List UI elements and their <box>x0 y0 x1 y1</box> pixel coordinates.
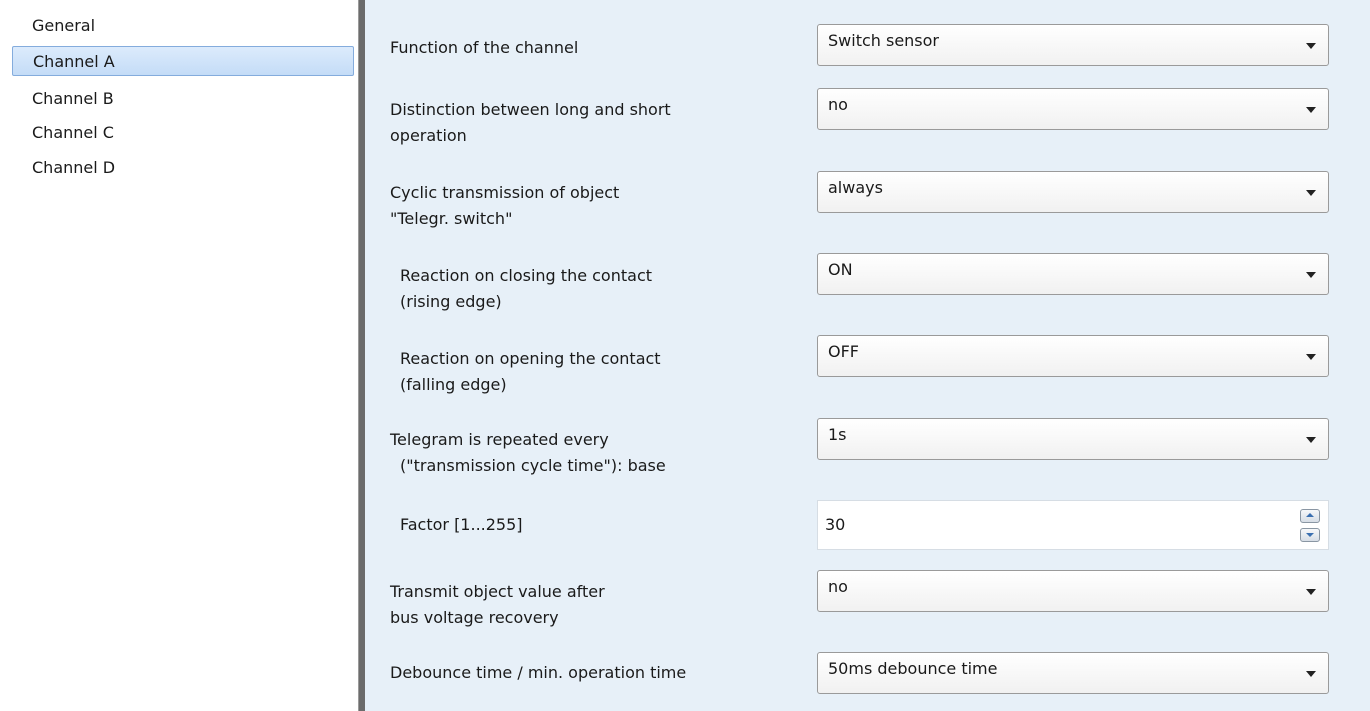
chevron-down-icon <box>1306 43 1316 49</box>
distinction-dropdown-value: no <box>828 95 848 114</box>
sidebar-item-channel-c[interactable]: Channel C <box>12 118 354 148</box>
debounce-label-line1: Debounce time / min. operation time <box>390 663 687 682</box>
sidebar-item-label: Channel A <box>33 52 115 71</box>
closing-label-line2: (rising edge) <box>400 292 502 311</box>
repeat-label: Telegram is repeated every ("transmissio… <box>390 427 666 479</box>
closing-dropdown[interactable]: ON <box>817 253 1329 295</box>
repeat-base-dropdown[interactable]: 1s <box>817 418 1329 460</box>
repeat-base-dropdown-value: 1s <box>828 425 847 444</box>
chevron-down-icon <box>1306 354 1316 360</box>
cyclic-label: Cyclic transmission of object "Telegr. s… <box>390 180 619 232</box>
closing-dropdown-value: ON <box>828 260 853 279</box>
chevron-down-icon <box>1306 107 1316 113</box>
closing-label-line1: Reaction on closing the contact <box>400 266 653 285</box>
chevron-down-icon <box>1306 190 1316 196</box>
cyclic-dropdown[interactable]: always <box>817 171 1329 213</box>
transmit-dropdown[interactable]: no <box>817 570 1329 612</box>
repeat-label-line2: ("transmission cycle time"): base <box>400 456 666 475</box>
spin-down-button[interactable] <box>1300 528 1320 542</box>
arrow-up-icon <box>1306 513 1314 517</box>
cyclic-dropdown-value: always <box>828 178 883 197</box>
repeat-label-line1: Telegram is repeated every <box>390 430 609 449</box>
chevron-down-icon <box>1306 272 1316 278</box>
sidebar-item-channel-d[interactable]: Channel D <box>12 153 354 183</box>
transmit-label: Transmit object value after bus voltage … <box>390 579 605 631</box>
opening-label: Reaction on opening the contact (falling… <box>400 346 661 398</box>
debounce-dropdown-value: 50ms debounce time <box>828 659 998 678</box>
debounce-dropdown[interactable]: 50ms debounce time <box>817 652 1329 694</box>
function-label: Function of the channel <box>390 35 578 61</box>
distinction-label-line1: Distinction between long and short <box>390 100 671 119</box>
distinction-label: Distinction between long and short opera… <box>390 97 671 149</box>
factor-input[interactable]: 30 <box>825 515 845 535</box>
sidebar-item-channel-a[interactable]: Channel A <box>12 46 354 76</box>
opening-label-line2: (falling edge) <box>400 375 507 394</box>
parameter-window: General Channel A Channel B Channel C Ch… <box>0 0 1370 711</box>
function-dropdown-value: Switch sensor <box>828 31 940 50</box>
cyclic-label-line2: "Telegr. switch" <box>390 209 513 228</box>
opening-dropdown-value: OFF <box>828 342 859 361</box>
transmit-label-line1: Transmit object value after <box>390 582 605 601</box>
panel-splitter[interactable] <box>358 0 365 711</box>
chevron-down-icon <box>1306 671 1316 677</box>
chevron-down-icon <box>1306 589 1316 595</box>
factor-stepper[interactable]: 30 <box>817 500 1329 550</box>
closing-label: Reaction on closing the contact (rising … <box>400 263 652 315</box>
factor-label: Factor [1...255] <box>400 512 523 538</box>
factor-label-line1: Factor [1...255] <box>400 515 523 534</box>
distinction-label-line2: operation <box>390 126 467 145</box>
arrow-down-icon <box>1306 533 1314 537</box>
opening-label-line1: Reaction on opening the contact <box>400 349 661 368</box>
debounce-label: Debounce time / min. operation time <box>390 660 686 686</box>
sidebar-item-label: Channel B <box>32 89 114 108</box>
chevron-down-icon <box>1306 437 1316 443</box>
transmit-label-line2: bus voltage recovery <box>390 608 559 627</box>
sidebar: General Channel A Channel B Channel C Ch… <box>0 0 358 711</box>
distinction-dropdown[interactable]: no <box>817 88 1329 130</box>
function-label-line1: Function of the channel <box>390 38 579 57</box>
sidebar-item-label: Channel D <box>32 158 116 177</box>
opening-dropdown[interactable]: OFF <box>817 335 1329 377</box>
function-dropdown[interactable]: Switch sensor <box>817 24 1329 66</box>
sidebar-item-channel-b[interactable]: Channel B <box>12 84 354 114</box>
transmit-dropdown-value: no <box>828 577 848 596</box>
sidebar-item-label: General <box>32 16 96 35</box>
sidebar-item-label: Channel C <box>32 123 114 142</box>
sidebar-item-general[interactable]: General <box>12 11 354 41</box>
cyclic-label-line1: Cyclic transmission of object <box>390 183 620 202</box>
parameter-panel: Function of the channel Switch sensor Di… <box>365 0 1370 711</box>
spin-up-button[interactable] <box>1300 509 1320 523</box>
